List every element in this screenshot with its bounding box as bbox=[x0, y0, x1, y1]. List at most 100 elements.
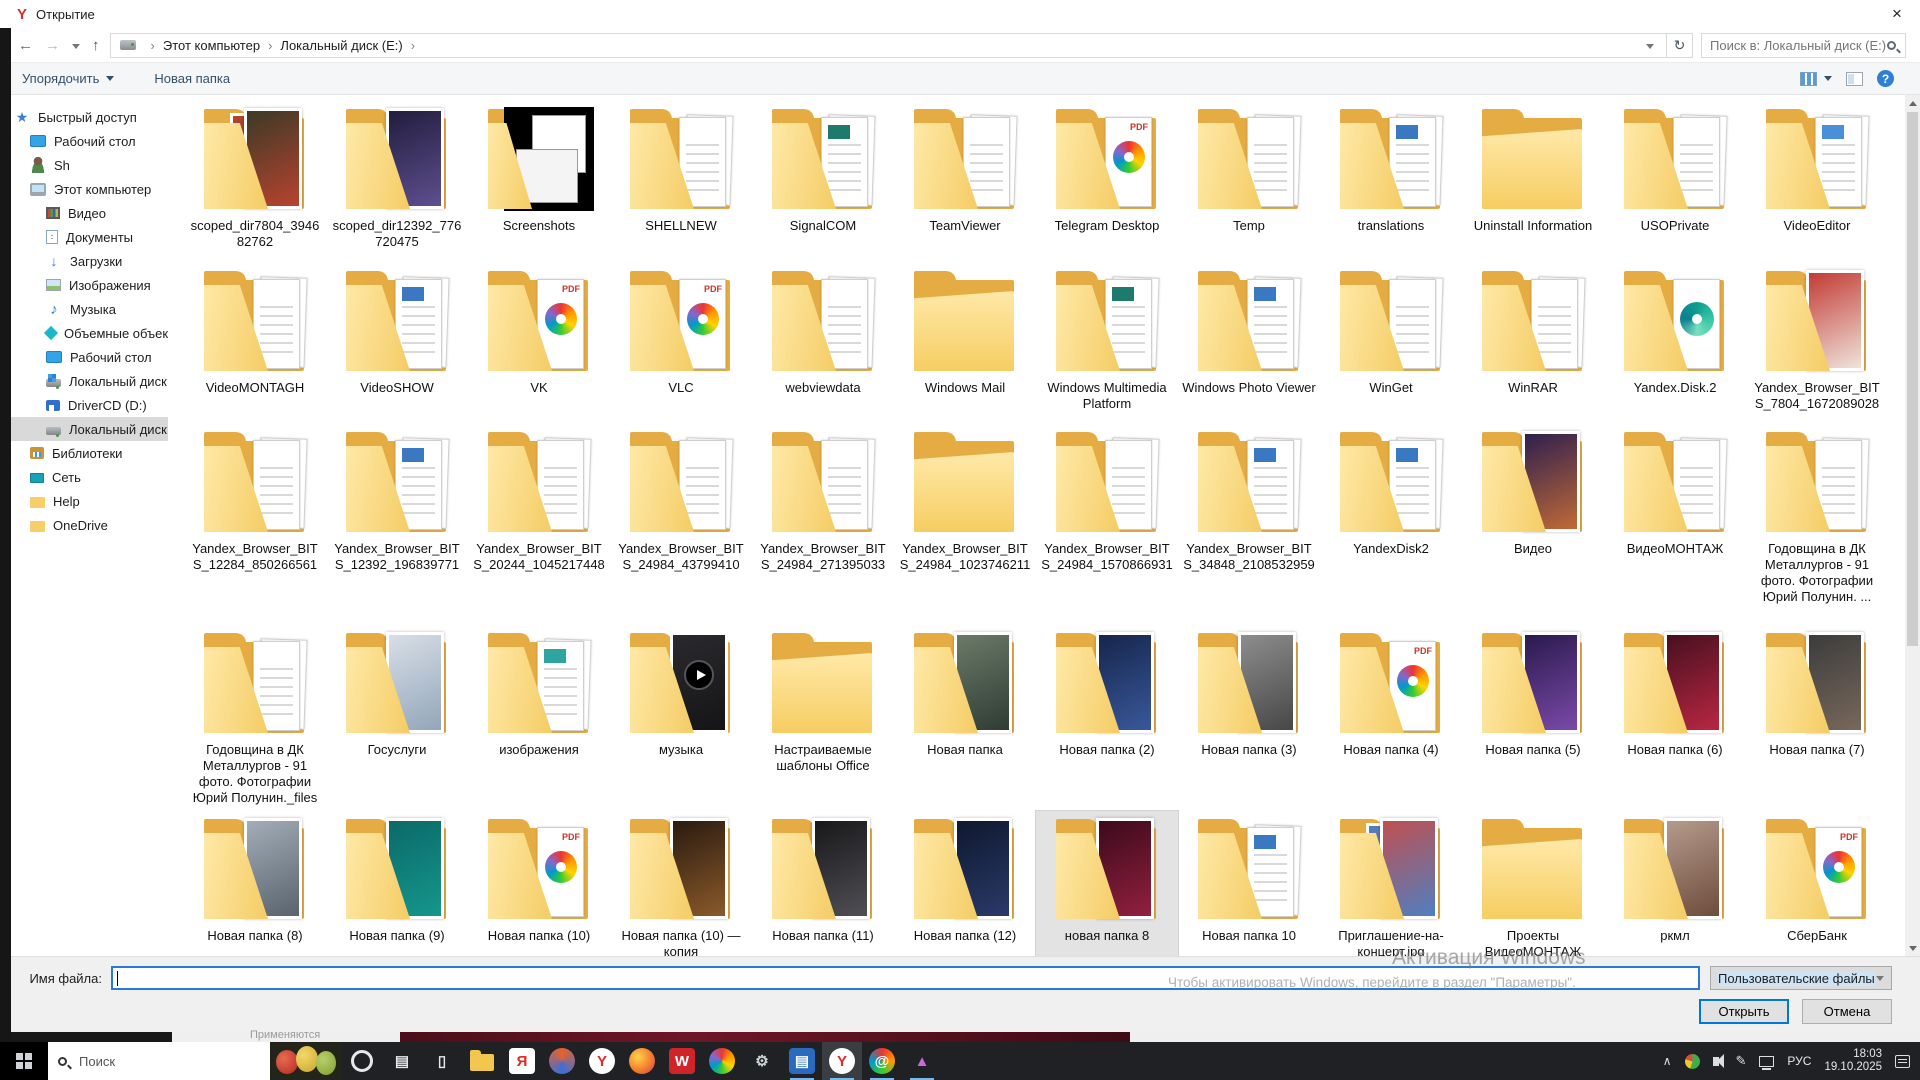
color-wheel-icon[interactable] bbox=[702, 1042, 742, 1080]
pen-icon[interactable]: ✎ bbox=[1736, 1053, 1747, 1069]
folder-tile[interactable]: PDFTelegram Desktop bbox=[1036, 101, 1178, 263]
sidebar-item[interactable]: DriverCD (D:) bbox=[0, 393, 168, 417]
network-icon[interactable] bbox=[1759, 1056, 1774, 1067]
settings-gear-icon[interactable]: ⚙ bbox=[742, 1042, 782, 1080]
folder-tile[interactable]: Новая папка (2) bbox=[1036, 625, 1178, 811]
folder-tile[interactable]: YandexDisk2 bbox=[1320, 424, 1462, 625]
folder-tile[interactable]: Yandex.Disk.2 bbox=[1604, 263, 1746, 424]
sidebar-item[interactable]: Рабочий стол bbox=[0, 129, 168, 153]
folder-tile[interactable]: Проекты ВидеоМОНТАЖ bbox=[1462, 811, 1604, 956]
folder-tile[interactable]: Yandex_Browser_BITS_34848_2108532959 bbox=[1178, 424, 1320, 625]
scroll-up-icon[interactable] bbox=[1905, 95, 1920, 111]
filetype-select[interactable]: Пользовательские файлы bbox=[1710, 966, 1892, 990]
word-doc-icon[interactable]: ▤ bbox=[782, 1042, 822, 1080]
folder-tile[interactable]: Новая папка (10) — копия bbox=[610, 811, 752, 956]
folder-tile[interactable]: Новая папка bbox=[894, 625, 1036, 811]
tray-expand-icon[interactable]: ∧ bbox=[1663, 1054, 1672, 1068]
folder-tile[interactable]: Новая папка (3) bbox=[1178, 625, 1320, 811]
sidebar-item[interactable]: Рабочий стол bbox=[0, 345, 168, 369]
folder-tile[interactable]: Yandex_Browser_BITS_24984_1023746211 bbox=[894, 424, 1036, 625]
folder-tile[interactable]: ВидеоМОНТАЖ bbox=[1604, 424, 1746, 625]
address-dropdown-icon[interactable] bbox=[1646, 44, 1654, 49]
folder-tile[interactable]: музыка bbox=[610, 625, 752, 811]
search-input[interactable]: Поиск в: Локальный диск (E:) bbox=[1701, 33, 1906, 58]
writer-icon[interactable]: W bbox=[662, 1042, 702, 1080]
sidebar-item[interactable]: Музыка bbox=[0, 297, 168, 321]
folder-tile[interactable]: Yandex_Browser_BITS_7804_1672089028 bbox=[1746, 263, 1888, 424]
antivirus-icon[interactable] bbox=[1685, 1054, 1700, 1069]
folder-tile[interactable]: Новая папка (6) bbox=[1604, 625, 1746, 811]
sidebar-item[interactable]: Локальный диск bbox=[0, 417, 168, 441]
folder-tile[interactable]: Госуслуги bbox=[326, 625, 468, 811]
folder-tile[interactable]: Видео bbox=[1462, 424, 1604, 625]
folder-tile[interactable]: translations bbox=[1320, 101, 1462, 263]
folder-tile[interactable]: Новая папка (12) bbox=[894, 811, 1036, 956]
sidebar-item[interactable]: Help bbox=[0, 489, 168, 513]
folder-tile[interactable]: Windows Mail bbox=[894, 263, 1036, 424]
taskbar-search-input[interactable]: Поиск bbox=[48, 1042, 270, 1080]
folder-tile[interactable]: Yandex_Browser_BITS_24984_43799410 bbox=[610, 424, 752, 625]
yandex-search-icon[interactable]: Я bbox=[502, 1042, 542, 1080]
sidebar-item[interactable]: Видео bbox=[0, 201, 168, 225]
folder-tile[interactable]: PDFНовая папка (4) bbox=[1320, 625, 1462, 811]
folder-tile[interactable]: изображения bbox=[468, 625, 610, 811]
language-indicator[interactable]: РУС bbox=[1787, 1054, 1811, 1068]
close-icon[interactable]: × bbox=[1874, 0, 1920, 28]
folder-tile[interactable]: PDFСберБанк bbox=[1746, 811, 1888, 956]
folder-tile[interactable]: scoped_dir7804_394682762 bbox=[184, 101, 326, 263]
folder-tile[interactable]: Новая папка (7) bbox=[1746, 625, 1888, 811]
up-button[interactable]: ↑ bbox=[92, 37, 100, 54]
refresh-button[interactable]: ↻ bbox=[1667, 33, 1693, 58]
scroll-down-icon[interactable] bbox=[1905, 940, 1920, 956]
folder-tile[interactable]: Годовщина в ДК Металлургов - 91 фото. Фо… bbox=[184, 625, 326, 811]
folder-tile[interactable]: Новая папка (8) bbox=[184, 811, 326, 956]
cancel-button[interactable]: Отмена bbox=[1802, 999, 1892, 1024]
folder-tile[interactable]: TeamViewer bbox=[894, 101, 1036, 263]
start-button[interactable] bbox=[0, 1042, 48, 1080]
folder-tile[interactable]: Новая папка 10 bbox=[1178, 811, 1320, 956]
sidebar-item[interactable]: Библиотеки bbox=[0, 441, 168, 465]
opera-icon[interactable] bbox=[342, 1042, 382, 1080]
folder-tile[interactable]: SHELLNEW bbox=[610, 101, 752, 263]
breadcrumb-this-pc[interactable]: Этот компьютер bbox=[163, 38, 260, 53]
folder-tile[interactable]: Windows Photo Viewer bbox=[1178, 263, 1320, 424]
folder-tile[interactable]: Yandex_Browser_BITS_12392_196839771 bbox=[326, 424, 468, 625]
mail-browser-icon[interactable]: @ bbox=[862, 1042, 902, 1080]
folder-tile[interactable]: VideoEditor bbox=[1746, 101, 1888, 263]
sidebar-item[interactable]: Быстрый доступ bbox=[0, 105, 168, 129]
folder-tile[interactable]: SignalCOM bbox=[752, 101, 894, 263]
phone-icon[interactable]: ▯ bbox=[422, 1042, 462, 1080]
folder-tile[interactable]: новая папка 8 bbox=[1036, 811, 1178, 956]
sidebar-item[interactable]: Этот компьютер bbox=[0, 177, 168, 201]
folder-tile[interactable]: Новая папка (9) bbox=[326, 811, 468, 956]
folder-tile[interactable]: PDFVLC bbox=[610, 263, 752, 424]
folder-tile[interactable]: Yandex_Browser_BITS_24984_271395033 bbox=[752, 424, 894, 625]
sidebar-item[interactable]: Изображения bbox=[0, 273, 168, 297]
sidebar-item[interactable]: Объемные объек bbox=[0, 321, 168, 345]
clock[interactable]: 18:03 19.10.2025 bbox=[1824, 1048, 1882, 1074]
folder-tile[interactable]: PDFНовая папка (10) bbox=[468, 811, 610, 956]
volume-icon[interactable] bbox=[1713, 1057, 1719, 1066]
scrollbar-thumb[interactable] bbox=[1907, 112, 1918, 646]
folder-tile[interactable]: VideoSHOW bbox=[326, 263, 468, 424]
sidebar-item[interactable]: Документы bbox=[0, 225, 168, 249]
notifications-icon[interactable] bbox=[1895, 1055, 1910, 1068]
sidebar-item[interactable]: OneDrive bbox=[0, 513, 168, 537]
browser-circle-icon[interactable] bbox=[542, 1042, 582, 1080]
history-dropdown-icon[interactable] bbox=[72, 44, 80, 49]
back-button[interactable]: ← bbox=[18, 37, 33, 54]
folder-tile[interactable]: Windows Multimedia Platform bbox=[1036, 263, 1178, 424]
folder-tile[interactable]: Screenshots bbox=[468, 101, 610, 263]
sidebar-item[interactable]: Локальный диск bbox=[0, 369, 168, 393]
breadcrumb[interactable]: › Этот компьютер › Локальный диск (E:) › bbox=[110, 33, 1668, 58]
folder-tile[interactable]: Yandex_Browser_BITS_20244_1045217448 bbox=[468, 424, 610, 625]
open-button[interactable]: Открыть bbox=[1699, 999, 1789, 1024]
yandex-browser-active-icon[interactable]: Y bbox=[822, 1042, 862, 1080]
breadcrumb-local-disk-e[interactable]: Локальный диск (E:) bbox=[280, 38, 402, 53]
yandex-browser-icon[interactable]: Y bbox=[582, 1042, 622, 1080]
file-explorer-icon[interactable] bbox=[462, 1042, 502, 1080]
new-folder-button[interactable]: Новая папка bbox=[154, 71, 230, 86]
view-mode-button[interactable] bbox=[1800, 72, 1832, 86]
search-icon[interactable] bbox=[1887, 41, 1896, 50]
folder-tile[interactable]: PDFVK bbox=[468, 263, 610, 424]
